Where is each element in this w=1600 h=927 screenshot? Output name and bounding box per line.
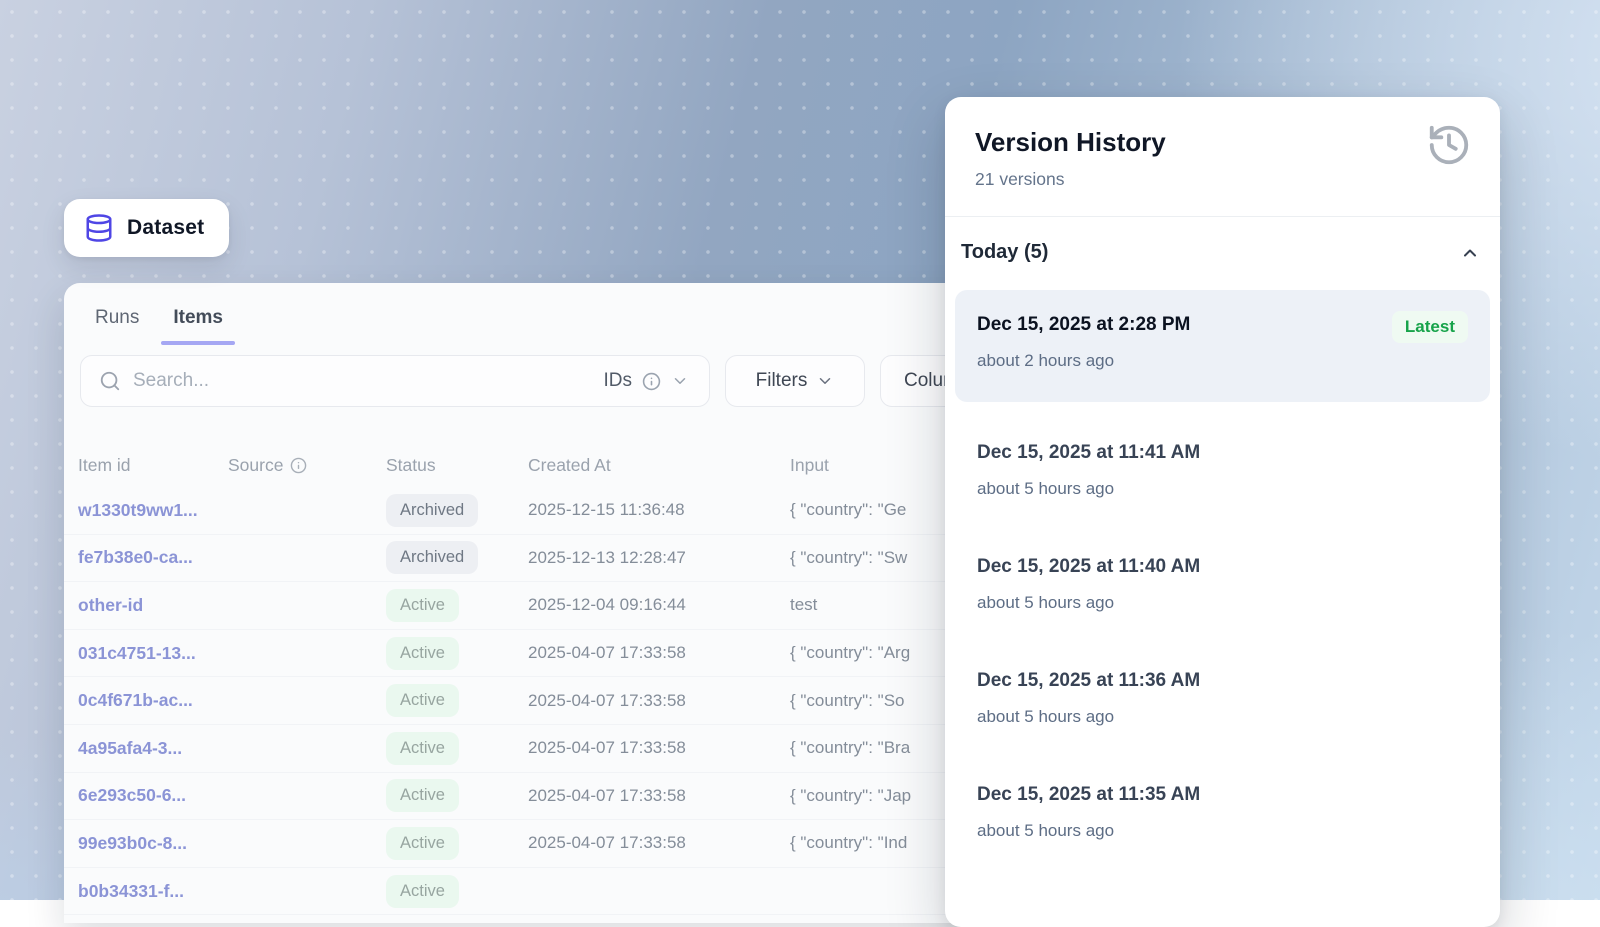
version-entry-subtitle: about 5 hours ago	[977, 479, 1468, 499]
header-status: Status	[386, 455, 528, 476]
header-created-at: Created At	[528, 455, 790, 476]
tab-items-label: Items	[173, 307, 223, 328]
version-history-panel: Version History 21 versions Today (5) De…	[945, 97, 1500, 927]
chevron-down-icon	[671, 372, 689, 390]
version-entry[interactable]: Dec 15, 2025 at 11:41 AM about 5 hours a…	[955, 416, 1490, 530]
version-entry-title: Dec 15, 2025 at 11:40 AM	[977, 556, 1468, 578]
status-badge: Active	[386, 827, 459, 860]
version-history-title: Version History	[975, 127, 1470, 158]
created-at-cell: 2025-12-15 11:36:48	[528, 500, 790, 520]
created-at-cell: 2025-12-04 09:16:44	[528, 595, 790, 615]
version-entry-subtitle: about 5 hours ago	[977, 821, 1468, 841]
status-cell: Active	[386, 827, 528, 860]
version-entry-subtitle: about 2 hours ago	[977, 351, 1468, 371]
version-history-header: Version History 21 versions	[945, 97, 1500, 190]
search-input[interactable]	[121, 370, 604, 392]
status-badge: Active	[386, 875, 459, 908]
header-source: Source	[228, 455, 386, 476]
item-id-link[interactable]: 4a95afa4-3...	[78, 738, 228, 759]
header-source-label: Source	[228, 455, 283, 476]
item-id-link[interactable]: fe7b38e0-ca...	[78, 547, 228, 568]
version-group-label: Today (5)	[961, 241, 1048, 264]
version-list: Dec 15, 2025 at 2:28 PM about 2 hours ag…	[945, 264, 1500, 872]
version-group-today[interactable]: Today (5)	[945, 217, 1500, 264]
item-id-link[interactable]: w1330t9ww1...	[78, 500, 228, 521]
status-cell: Active	[386, 637, 528, 670]
status-cell: Archived	[386, 494, 528, 527]
version-entry[interactable]: Dec 15, 2025 at 11:40 AM about 5 hours a…	[955, 530, 1490, 644]
version-entry[interactable]: Dec 15, 2025 at 2:28 PM about 2 hours ag…	[955, 290, 1490, 402]
created-at-cell: 2025-04-07 17:33:58	[528, 738, 790, 758]
version-count: 21 versions	[975, 169, 1470, 190]
status-cell: Active	[386, 732, 528, 765]
created-at-cell: 2025-04-07 17:33:58	[528, 643, 790, 663]
version-entry-subtitle: about 5 hours ago	[977, 593, 1468, 613]
search-box[interactable]: IDs	[80, 355, 710, 407]
status-badge: Active	[386, 732, 459, 765]
tab-items[interactable]: Items	[171, 299, 225, 345]
filters-button[interactable]: Filters	[725, 355, 865, 407]
status-badge: Active	[386, 589, 459, 622]
ids-dropdown[interactable]: IDs	[604, 370, 690, 392]
status-cell: Active	[386, 589, 528, 622]
version-entry[interactable]: Dec 15, 2025 at 11:36 AM about 5 hours a…	[955, 644, 1490, 758]
status-badge: Active	[386, 637, 459, 670]
status-cell: Active	[386, 684, 528, 717]
latest-badge: Latest	[1392, 311, 1468, 343]
version-entry-title: Dec 15, 2025 at 11:41 AM	[977, 442, 1468, 464]
item-id-link[interactable]: 031c4751-13...	[78, 643, 228, 664]
item-id-link[interactable]: 6e293c50-6...	[78, 785, 228, 806]
ids-dropdown-label: IDs	[604, 370, 633, 392]
status-badge: Active	[386, 779, 459, 812]
tab-runs[interactable]: Runs	[93, 299, 141, 345]
item-id-link[interactable]: other-id	[78, 595, 228, 616]
created-at-cell: 2025-12-13 12:28:47	[528, 548, 790, 568]
item-id-link[interactable]: 0c4f671b-ac...	[78, 690, 228, 711]
created-at-cell: 2025-04-07 17:33:58	[528, 786, 790, 806]
status-badge: Archived	[386, 541, 478, 574]
header-item-id: Item id	[78, 455, 228, 476]
status-badge: Archived	[386, 494, 478, 527]
dataset-chip[interactable]: Dataset	[64, 199, 229, 257]
history-icon	[1426, 122, 1472, 168]
created-at-cell: 2025-04-07 17:33:58	[528, 833, 790, 853]
status-cell: Active	[386, 875, 528, 908]
chevron-down-icon	[816, 372, 834, 390]
version-entry-subtitle: about 5 hours ago	[977, 707, 1468, 727]
item-id-link[interactable]: 99e93b0c-8...	[78, 833, 228, 854]
tab-runs-label: Runs	[95, 307, 139, 328]
info-icon	[290, 457, 307, 474]
created-at-cell: 2025-04-07 17:33:58	[528, 691, 790, 711]
chevron-up-icon	[1460, 243, 1480, 263]
version-entry-title: Dec 15, 2025 at 11:36 AM	[977, 670, 1468, 692]
version-entry-title: Dec 15, 2025 at 11:35 AM	[977, 784, 1468, 806]
status-cell: Archived	[386, 541, 528, 574]
active-tab-underline	[161, 341, 235, 345]
item-id-link[interactable]: b0b34331-f...	[78, 881, 228, 902]
search-icon	[99, 370, 121, 392]
info-icon	[642, 372, 661, 391]
filters-button-label: Filters	[756, 370, 808, 392]
status-cell: Active	[386, 779, 528, 812]
dataset-chip-label: Dataset	[127, 216, 204, 240]
status-badge: Active	[386, 684, 459, 717]
items-toolbar: IDs Filters Columns	[80, 355, 1030, 407]
database-icon	[84, 213, 114, 243]
version-entry[interactable]: Dec 15, 2025 at 11:35 AM about 5 hours a…	[955, 758, 1490, 872]
